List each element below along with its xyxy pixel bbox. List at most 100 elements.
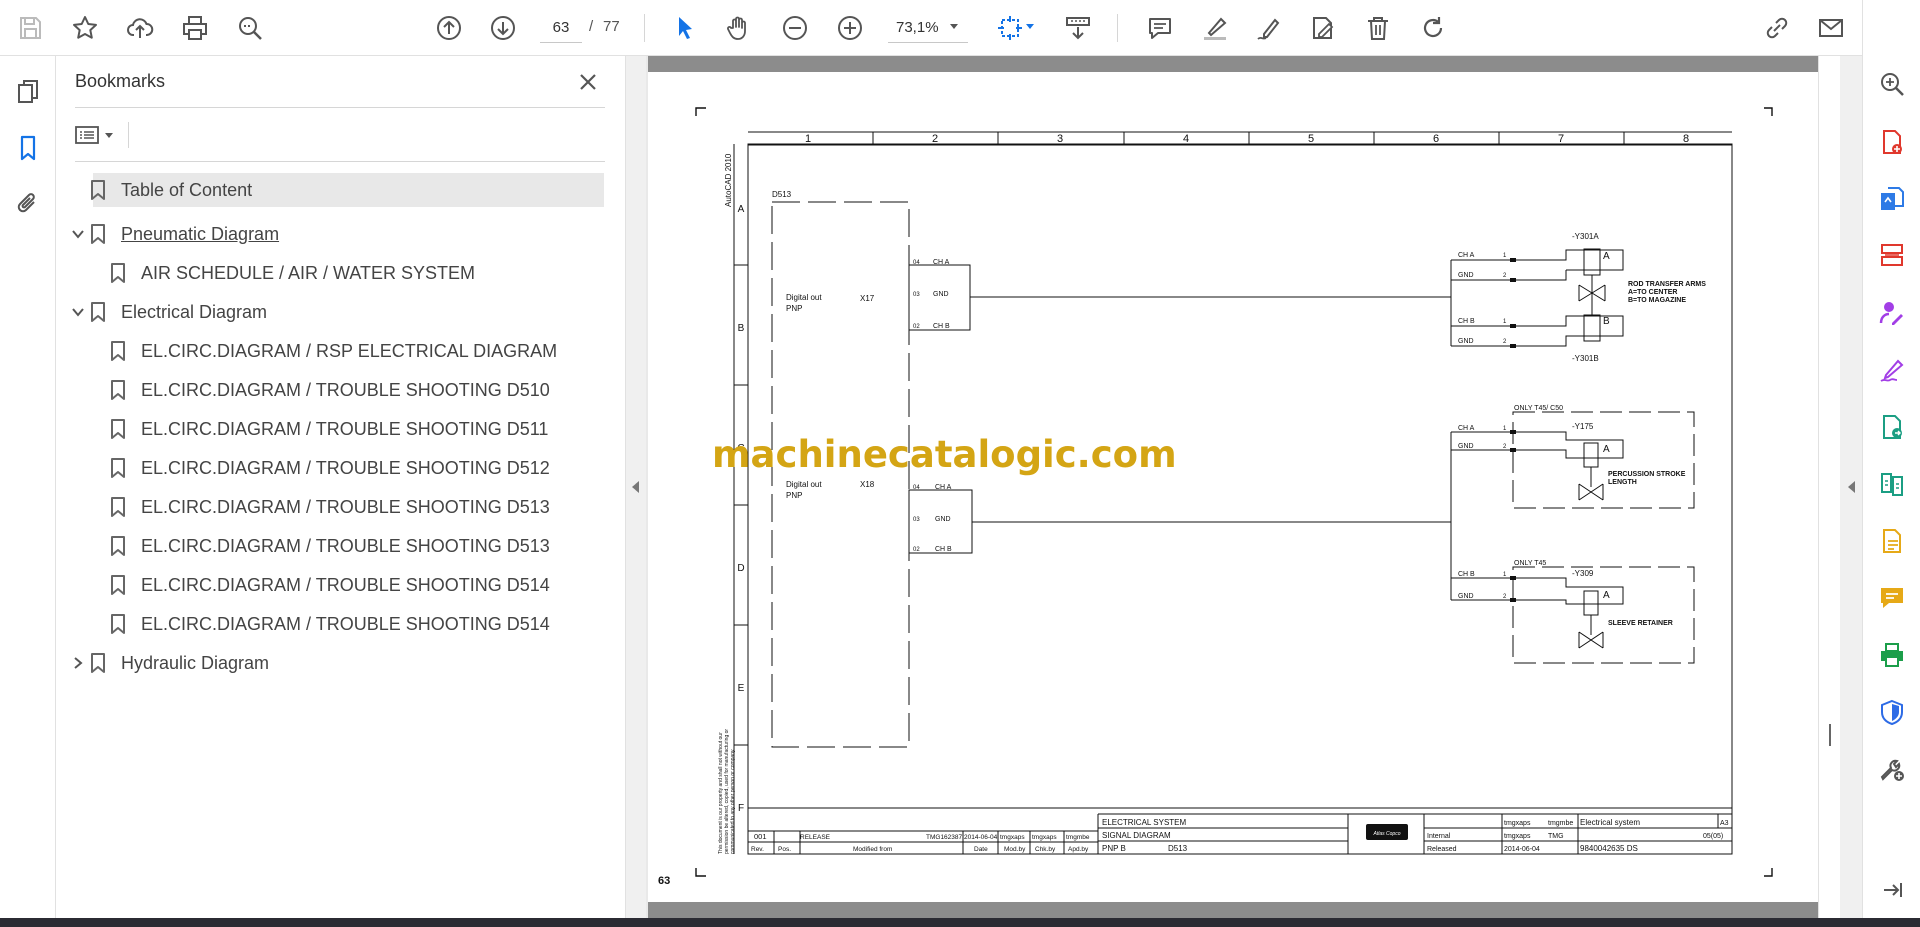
attachment-icon[interactable] (8, 184, 48, 224)
bookmark-item-d513[interactable]: EL.CIRC.DIAGRAM / TROUBLE SHOOTING D513 (111, 529, 550, 563)
drawing-variant: PNP B (1102, 844, 1126, 853)
fill-sign-icon[interactable] (1303, 8, 1343, 48)
print-production-icon[interactable] (1873, 636, 1911, 674)
block-label: PNP (786, 304, 802, 313)
fill-and-sign-icon[interactable] (1873, 351, 1911, 389)
column-label: 4 (1183, 133, 1189, 145)
bookmark-label: EL.CIRC.DIAGRAM / TROUBLE SHOOTING D514 (141, 613, 550, 634)
vertical-scrollbar[interactable] (1818, 56, 1840, 918)
zoom-in-icon[interactable] (830, 8, 870, 48)
comment-icon[interactable] (1140, 8, 1180, 48)
column-label: 6 (1433, 133, 1439, 145)
bookmark-item-air-schedule[interactable]: AIR SCHEDULE / AIR / WATER SYSTEM (111, 256, 475, 290)
zoom-out-icon[interactable] (775, 8, 815, 48)
bookmark-item-d512[interactable]: EL.CIRC.DIAGRAM / TROUBLE SHOOTING D512 (111, 451, 550, 485)
close-icon[interactable] (574, 68, 602, 96)
valve-description: LENGTH (1608, 479, 1637, 486)
expand-right-icon[interactable] (1848, 481, 1855, 493)
bookmark-item-table-of-content[interactable]: Table of Content (91, 173, 604, 207)
highlighter-icon[interactable] (1195, 8, 1235, 48)
save-icon[interactable] (10, 8, 50, 48)
select-cursor-icon[interactable] (665, 8, 705, 48)
chevron-down-icon[interactable] (69, 225, 87, 243)
chevron-down-icon[interactable] (1026, 24, 1034, 29)
bookmark-item-hydraulic-diagram[interactable]: Hydraulic Diagram (91, 646, 270, 680)
toolbar-divider (1117, 14, 1118, 42)
watermark-text: machinecatalogic.com (712, 433, 1177, 476)
divider (75, 107, 605, 108)
toolbar-divider (644, 14, 645, 42)
compare-files-icon[interactable] (1873, 465, 1911, 503)
rotate-icon[interactable] (1413, 8, 1453, 48)
search-zoom-icon[interactable] (1873, 65, 1911, 103)
chevron-down-icon[interactable] (950, 24, 958, 29)
module-label: D513 (772, 190, 792, 199)
bookmark-item-pneumatic-diagram[interactable]: Pneumatic Diagram (91, 217, 280, 251)
left-panel-splitter[interactable] (626, 56, 646, 918)
bookmark-icon[interactable] (8, 128, 48, 168)
protect-icon[interactable] (1873, 693, 1911, 731)
previous-page-icon[interactable] (429, 8, 469, 48)
delete-icon[interactable] (1358, 8, 1398, 48)
fit-page-icon[interactable] (990, 8, 1030, 48)
page-separator: / (589, 18, 594, 35)
bookmark-label: Table of Content (121, 179, 253, 200)
cloud-upload-icon[interactable] (120, 8, 160, 48)
export-icon[interactable] (1873, 522, 1911, 560)
next-page-icon[interactable] (483, 8, 523, 48)
pin-number: 1 (1503, 253, 1507, 259)
find-icon[interactable] (230, 8, 270, 48)
valve-tag: -Y301B (1572, 354, 1599, 363)
bookmark-item-electrical-diagram[interactable]: Electrical Diagram (91, 295, 267, 329)
header-chkby: Chk.by (1035, 846, 1056, 853)
bookmarks-panel: Bookmarks Table of Content Pneumatic Dia… (56, 56, 626, 918)
organize-pages-icon[interactable] (1873, 237, 1911, 275)
pdf-page: 1 2 3 4 5 6 7 8 A B C D E F AutoCAD 2010… (648, 72, 1818, 902)
request-signature-icon[interactable] (1873, 294, 1911, 332)
chevron-down-icon[interactable] (69, 303, 87, 321)
chevron-right-icon[interactable] (69, 654, 87, 672)
valve-description: SLEEVE RETAINER (1608, 620, 1673, 627)
more-tools-icon[interactable] (1873, 750, 1911, 788)
column-label: 8 (1683, 133, 1689, 145)
bookmark-label: Hydraulic Diagram (121, 652, 270, 673)
document-status: Released (1427, 846, 1457, 853)
create-pdf-icon[interactable] (1873, 123, 1911, 161)
bookmark-item-d514[interactable]: EL.CIRC.DIAGRAM / TROUBLE SHOOTING D514 (111, 568, 550, 602)
scrollbar-thumb[interactable] (1829, 724, 1831, 746)
column-label: 1 (805, 133, 811, 145)
page-thumbnails-icon[interactable] (8, 72, 48, 112)
wire-label: CH A (1458, 425, 1475, 432)
zoom-value: 73,1% (896, 19, 939, 36)
block-label: PNP (786, 491, 802, 500)
right-panel-splitter[interactable] (1840, 56, 1862, 918)
chevron-down-icon (105, 132, 113, 138)
bookmark-icon (91, 180, 105, 200)
bookmark-item-d510[interactable]: EL.CIRC.DIAGRAM / TROUBLE SHOOTING D510 (111, 373, 550, 407)
bookmark-item-d514[interactable]: EL.CIRC.DIAGRAM / TROUBLE SHOOTING D514 (111, 607, 550, 641)
hand-tool-icon[interactable] (719, 8, 759, 48)
bookmark-label: Pneumatic Diagram (121, 223, 280, 244)
bookmark-item-d513[interactable]: EL.CIRC.DIAGRAM / TROUBLE SHOOTING D513 (111, 490, 550, 524)
checked-by: tmgxaps (1032, 834, 1057, 841)
header-date: Date (974, 846, 988, 853)
pin-number: 03 (913, 517, 920, 523)
draw-icon[interactable] (1249, 8, 1289, 48)
share-link-icon[interactable] (1757, 8, 1797, 48)
export-pdf-icon[interactable] (1873, 180, 1911, 218)
responsible: tmgxaps (1504, 833, 1531, 840)
bookmark-item-d511[interactable]: EL.CIRC.DIAGRAM / TROUBLE SHOOTING D511 (111, 412, 548, 446)
page-number-input[interactable] (540, 13, 582, 43)
collapse-left-icon[interactable] (632, 481, 639, 493)
bookmark-item-rsp-electrical[interactable]: EL.CIRC.DIAGRAM / RSP ELECTRICAL DIAGRAM (111, 334, 557, 368)
block-label: Digital out (786, 293, 822, 302)
star-icon[interactable] (65, 8, 105, 48)
email-icon[interactable] (1811, 8, 1851, 48)
comment-tool-icon[interactable] (1873, 579, 1911, 617)
print-icon[interactable] (175, 8, 215, 48)
send-for-review-icon[interactable] (1873, 408, 1911, 446)
column-label: 3 (1057, 133, 1063, 145)
bookmark-options-button[interactable] (75, 120, 121, 150)
collapse-tools-icon[interactable] (1873, 871, 1911, 909)
scroll-mode-icon[interactable] (1058, 8, 1098, 48)
